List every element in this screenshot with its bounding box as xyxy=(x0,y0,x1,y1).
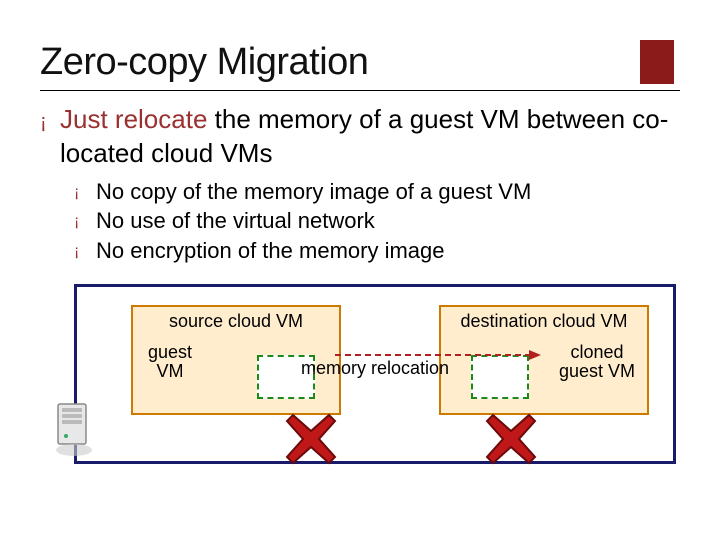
title-accent-block xyxy=(640,40,674,84)
bullet-level2: ¡ No encryption of the memory image xyxy=(74,236,680,266)
bullet-level1: ¡ Just relocate the memory of a guest VM… xyxy=(40,103,680,171)
dest-vm-label: destination cloud VM xyxy=(441,307,647,338)
bullet-text: No copy of the memory image of a guest V… xyxy=(96,177,531,207)
cross-out-icon xyxy=(483,411,539,467)
cross-out-icon xyxy=(283,411,339,467)
page-title: Zero-copy Migration xyxy=(40,41,368,84)
bullet-glyph: ¡ xyxy=(74,177,96,207)
server-icon xyxy=(52,400,96,458)
diagram: source cloud VM destination cloud VM gue… xyxy=(44,284,676,464)
source-vm-label: source cloud VM xyxy=(133,307,339,338)
bullet-glyph: ¡ xyxy=(40,103,60,171)
arrow-label: memory relocation xyxy=(77,359,673,379)
bullet-glyph: ¡ xyxy=(74,236,96,266)
bullet-emphasis: Just relocate xyxy=(60,104,207,134)
bullet-glyph: ¡ xyxy=(74,206,96,236)
physical-host-frame: source cloud VM destination cloud VM gue… xyxy=(74,284,676,464)
bullet-text: No use of the virtual network xyxy=(96,206,375,236)
bullet-level2: ¡ No use of the virtual network xyxy=(74,206,680,236)
bullet-text: No encryption of the memory image xyxy=(96,236,445,266)
bullet-text: Just relocate the memory of a guest VM b… xyxy=(60,103,680,171)
bullet-level2: ¡ No copy of the memory image of a guest… xyxy=(74,177,680,207)
title-rule xyxy=(40,90,680,91)
